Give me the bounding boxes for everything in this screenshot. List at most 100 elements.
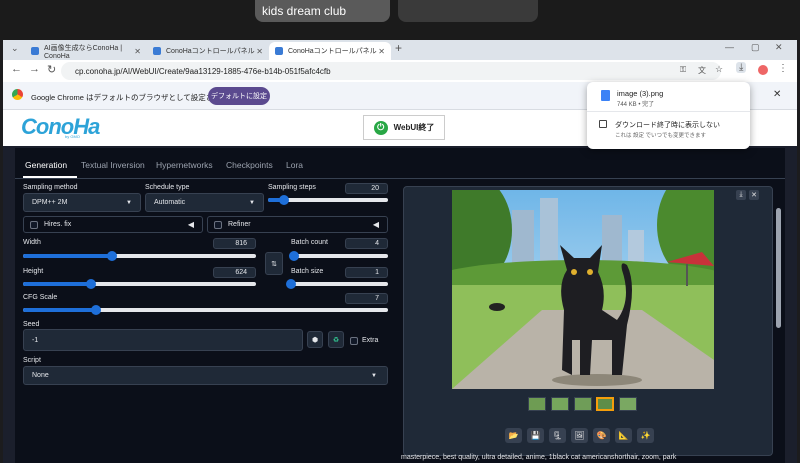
chevron-down-icon: ▼ [126, 200, 132, 206]
browser-tabbar: ⌄ AI画像生成ならConoHa | ConoHa ✕ ConoHaコントロール… [3, 40, 797, 60]
forward-icon[interactable]: → [29, 63, 40, 75]
gallery-thumbnail-selected[interactable] [596, 397, 614, 411]
browser-tab[interactable]: ConoHaコントロールパネル ✕ [147, 42, 269, 60]
avatar[interactable] [758, 65, 768, 75]
width-input[interactable]: 816 [213, 238, 256, 249]
translate-icon[interactable]: 文 [698, 65, 706, 76]
video-call-strip: kids dream club [0, 0, 800, 40]
close-icon[interactable]: ✕ [749, 190, 759, 200]
set-default-button[interactable]: デフォルトに設定 [208, 87, 270, 105]
slider-knob[interactable] [278, 195, 289, 205]
conoha-logo[interactable]: ConoHa [21, 114, 100, 140]
key-icon[interactable]: ⚿ [680, 65, 686, 75]
slider-knob[interactable] [106, 251, 117, 261]
file-icon [601, 90, 610, 101]
slider-knob[interactable] [288, 251, 299, 261]
reload-icon[interactable]: ↻ [47, 63, 56, 76]
script-select[interactable]: None ▼ [23, 366, 388, 385]
participant-tile [398, 0, 538, 22]
close-infobar-icon[interactable]: ✕ [773, 89, 781, 100]
cfg-scale-input[interactable]: 7 [345, 293, 388, 304]
gallery-thumbnail[interactable] [574, 397, 592, 411]
webui-end-button[interactable]: ⏻ WebUI終了 [363, 115, 445, 140]
minimize-icon[interactable]: — [725, 42, 734, 52]
collapse-icon: ◀ [372, 220, 379, 229]
logo-subtext: by GMO [65, 134, 80, 139]
new-tab-button[interactable]: + [395, 41, 402, 55]
download-popup: image (3).png 744 KB • 完了 ダウンロード終了時に表示しな… [587, 82, 750, 149]
schedule-type-select[interactable]: Automatic ▼ [145, 193, 264, 212]
recycle-icon: ♻ [332, 336, 340, 344]
menu-icon[interactable]: ⋮ [778, 63, 788, 74]
conoha-favicon-icon [153, 47, 161, 55]
tab-checkpoints[interactable]: Checkpoints [226, 160, 273, 170]
slider-knob[interactable] [91, 305, 101, 315]
sampling-steps-input[interactable]: 20 [345, 183, 388, 194]
hide-on-complete-label: ダウンロード終了時に表示しない [615, 122, 720, 129]
swap-dimensions-button[interactable]: ⇅ [265, 252, 283, 275]
gallery-thumbnail[interactable] [551, 397, 569, 411]
send-to-img2img-icon[interactable]: 🖼 [571, 428, 588, 443]
tab-generation[interactable]: Generation [25, 160, 67, 170]
cfg-scale-slider[interactable] [23, 305, 388, 315]
bookmark-star-icon[interactable]: ☆ [715, 64, 723, 75]
close-tab-icon[interactable]: ✕ [378, 47, 385, 56]
tab-hypernetworks[interactable]: Hypernetworks [156, 160, 213, 170]
close-tab-icon[interactable]: ✕ [256, 47, 263, 56]
maximize-icon[interactable]: ▢ [751, 42, 760, 53]
chrome-icon [12, 89, 23, 100]
slider-knob[interactable] [286, 279, 296, 289]
refiner-accordion[interactable]: Refiner ◀ [207, 216, 388, 233]
random-seed-button[interactable]: ⬢ [307, 331, 323, 348]
height-slider[interactable] [23, 279, 256, 289]
browser-tab-active[interactable]: ConoHaコントロールパネル ✕ [269, 42, 391, 60]
dice-icon: ⬢ [311, 336, 319, 344]
tab-textual-inversion[interactable]: Textual Inversion [81, 160, 145, 170]
reuse-seed-button[interactable]: ♻ [328, 331, 344, 348]
extra-checkbox[interactable] [350, 337, 358, 345]
settings-hint: これは 設定 でいつでも変更できます [615, 133, 707, 139]
seed-input[interactable]: -1 [23, 329, 303, 351]
batch-count-slider[interactable] [288, 251, 388, 261]
refiner-checkbox[interactable] [214, 221, 222, 229]
zip-icon[interactable]: 🗜 [549, 428, 566, 443]
close-tab-icon[interactable]: ✕ [134, 47, 141, 56]
tab-label: ConoHaコントロールパネル [166, 48, 255, 55]
download-icon[interactable]: ⤓ [736, 62, 747, 73]
hires-fix-accordion[interactable]: Hires. fix ◀ [23, 216, 203, 233]
open-folder-icon[interactable]: 📂 [505, 428, 522, 443]
sampling-method-select[interactable]: DPM++ 2M ▼ [23, 193, 141, 212]
conoha-favicon-icon [31, 47, 39, 55]
back-icon[interactable]: ← [11, 63, 22, 75]
address-bar[interactable]: cp.conoha.jp/AI/WebUI/Create/9aa13129-18… [61, 62, 721, 80]
cfg-scale-label: CFG Scale [23, 294, 58, 301]
height-input[interactable]: 624 [213, 267, 256, 278]
sampling-steps-slider[interactable] [268, 195, 388, 205]
download-file-name[interactable]: image (3).png [617, 89, 663, 98]
send-to-extras-icon[interactable]: 📐 [615, 428, 632, 443]
width-label: Width [23, 239, 41, 246]
tab-list-icon[interactable]: ⌄ [11, 43, 19, 54]
schedule-type-value: Automatic [154, 199, 186, 206]
hires-fix-checkbox[interactable] [30, 221, 38, 229]
width-slider[interactable] [23, 251, 256, 261]
gallery-thumbnail[interactable] [619, 397, 637, 411]
generated-image[interactable] [452, 190, 714, 389]
tab-lora[interactable]: Lora [286, 160, 303, 170]
upscale-icon[interactable]: ✨ [637, 428, 654, 443]
send-to-inpaint-icon[interactable]: 🎨 [593, 428, 610, 443]
browser-toolbar: ← → ↻ cp.conoha.jp/AI/WebUI/Create/9aa13… [3, 60, 797, 82]
hide-on-complete-checkbox[interactable] [599, 120, 607, 128]
batch-size-input[interactable]: 1 [345, 267, 388, 278]
browser-tab[interactable]: AI画像生成ならConoHa | ConoHa ✕ [25, 42, 147, 60]
gallery-thumbnail[interactable] [528, 397, 546, 411]
download-image-icon[interactable]: ⤓ [736, 190, 746, 200]
save-icon[interactable]: 💾 [527, 428, 544, 443]
scrollbar[interactable] [776, 208, 781, 328]
sampling-method-label: Sampling method [23, 184, 78, 191]
batch-count-input[interactable]: 4 [345, 238, 388, 249]
seed-label: Seed [23, 321, 40, 328]
batch-size-slider[interactable] [286, 279, 388, 289]
slider-knob[interactable] [85, 279, 96, 289]
close-window-icon[interactable]: ✕ [775, 42, 783, 53]
